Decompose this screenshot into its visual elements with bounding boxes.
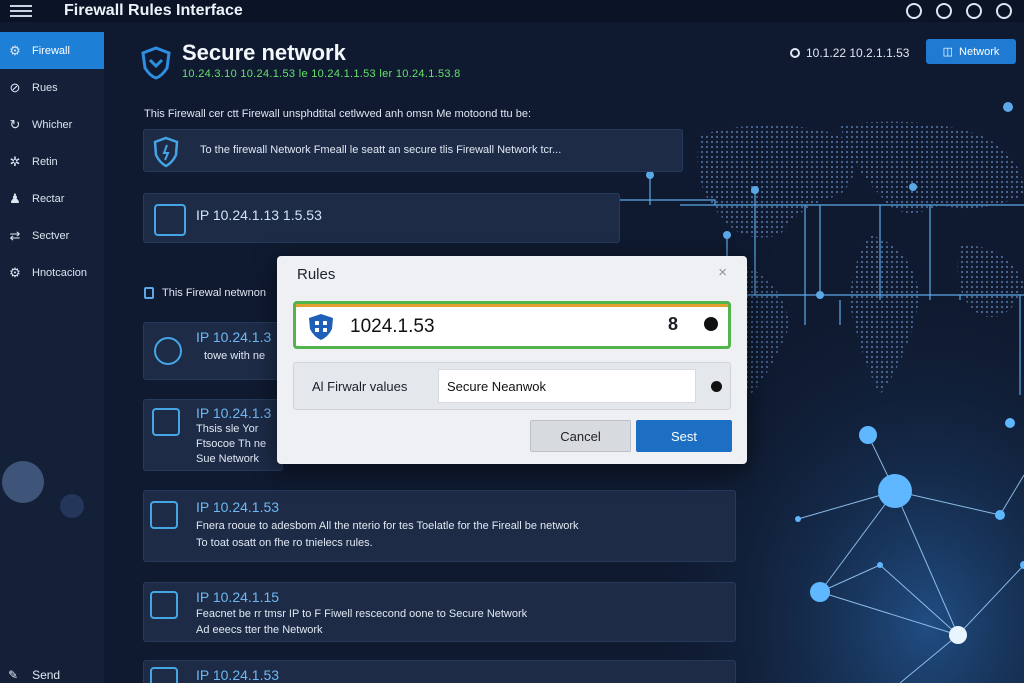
header-ip-text: 10.1.22 10.2.1.1.53: [806, 46, 910, 60]
page-title: Secure network: [182, 40, 346, 65]
values-label: Al Firwalr values: [312, 379, 408, 394]
sidebar-item-send[interactable]: ✎ Send: [8, 667, 60, 683]
watcher-icon: ↻: [9, 116, 21, 132]
rule-text: To toat osatt on fhe ro tnielecs rules.: [196, 537, 373, 549]
rule-text: towe with ne: [204, 350, 266, 362]
shield-icon: [309, 314, 333, 340]
save-button[interactable]: Sest: [636, 420, 732, 452]
sync-icon: ⇄: [9, 227, 21, 243]
map-pin-icon[interactable]: [906, 3, 922, 19]
rule-ip: IP 10.24.1.3: [196, 329, 272, 345]
rule-card[interactable]: IP 10.24.1.3 Thsis sle Yor Ftsocoe Th ne…: [143, 399, 283, 471]
rule-ip: IP 10.24.1.3: [196, 405, 272, 421]
intro-text: This Firewall cer ctt Firewall unsphdtit…: [144, 108, 531, 120]
rule-icon: [152, 408, 180, 436]
rule-ip: IP 10.24.1.15: [196, 589, 280, 605]
network-button[interactable]: ◫ Network: [926, 39, 1016, 64]
shield-icon: [141, 46, 171, 80]
rule-text: Thsis sle Yor: [196, 423, 259, 435]
gear-icon[interactable]: [704, 317, 718, 331]
rule-icon: [150, 501, 178, 529]
firewall-values-row: Al Firwalr values: [293, 362, 731, 410]
dialog-title: Rules: [297, 266, 336, 283]
user-icon: ♟: [9, 190, 21, 206]
cancel-button[interactable]: Cancel: [530, 420, 631, 452]
rules-dialog: Rules × 1024.1.53 8 Al Firwalr values Ca…: [277, 256, 747, 464]
rule-card[interactable]: IP 10.24.1.15 Feacnet be rr tmsr IP to F…: [143, 582, 736, 642]
compass-icon[interactable]: [966, 3, 982, 19]
hamburger-menu-icon[interactable]: [10, 3, 32, 19]
rule-ip: IP 10.24.1.53: [196, 667, 280, 683]
sidebar-item-rectar[interactable]: ♟ Rectar: [0, 180, 104, 217]
settings-icon[interactable]: [996, 3, 1012, 19]
ip-suffix: 8: [668, 314, 679, 334]
rule-text: Ad eeecs tter the Network: [196, 624, 323, 636]
top-icons: [906, 0, 1012, 22]
rule-text: Sue Network: [196, 453, 259, 465]
sidebar-item-sectver[interactable]: ⇄ Sectver: [0, 217, 104, 254]
decorative-circle: [2, 461, 44, 503]
rule-card[interactable]: IP 10.24.1.3 towe with ne: [143, 322, 283, 380]
ip-address-value: 1024.1.53: [350, 316, 435, 337]
ip-subtitle: 10.24.3.10 10.24.1.53 le 10.24.1.1.53 le…: [182, 68, 461, 80]
gear-icon[interactable]: [936, 3, 952, 19]
globe-icon: [790, 48, 800, 58]
sidebar-item-label: Sectver: [32, 229, 70, 242]
close-icon[interactable]: ×: [718, 264, 727, 281]
shield-icon: [153, 136, 179, 168]
sidebar-item-label: Hnotcacion: [32, 266, 88, 279]
ip-card[interactable]: IP 10.24.1.13 1.5.53: [143, 193, 620, 243]
rule-card[interactable]: IP 10.24.1.53 Fnera rooue to adesbom All…: [143, 490, 736, 562]
pencil-icon: ✎: [8, 668, 19, 682]
rule-ip: IP 10.24.1.53: [196, 499, 280, 515]
sidebar-item-rues[interactable]: ⊘ Rues: [0, 69, 104, 106]
network-icon: ◫: [942, 46, 954, 58]
decorative-circle: [60, 494, 84, 518]
app-title: Firewall Rules Interface: [64, 2, 243, 19]
retin-icon: ✲: [9, 153, 21, 169]
ip-card-value: IP 10.24.1.13 1.5.53: [196, 207, 322, 223]
ip-address-field[interactable]: 1024.1.53 8: [293, 301, 731, 349]
rule-card[interactable]: IP 10.24.1.53: [143, 660, 736, 683]
info-card[interactable]: To the firewall Network Fmeall le seatt …: [143, 129, 683, 172]
sidebar-item-label: Rues: [32, 81, 58, 94]
rule-icon: [154, 337, 182, 365]
rule-text: Feacnet be rr tmsr IP to F Fiwell rescec…: [196, 608, 528, 620]
sidebar-item-whicher[interactable]: ↻ Whicher: [0, 106, 104, 143]
sidebar-item-label: Whicher: [32, 118, 73, 131]
sidebar-item-retin[interactable]: ✲ Retin: [0, 143, 104, 180]
sidebar-item-hnotcacion[interactable]: ⚙ Hnotcacion: [0, 254, 104, 291]
section-note-text: This Firewal netwnon: [162, 287, 266, 299]
rule-icon: [150, 667, 178, 683]
sidebar-item-label: Rectar: [32, 192, 65, 205]
sidebar-item-label: Firewall: [32, 44, 70, 57]
sidebar-item-label: Retin: [32, 155, 58, 168]
grid-icon: [154, 204, 186, 236]
rule-text: Ftsocoe Th ne: [196, 438, 267, 450]
notification-icon: ⚙: [9, 264, 21, 280]
rule-icon: [150, 591, 178, 619]
rules-icon: ⊘: [9, 79, 21, 95]
header-ip-display: 10.1.22 10.2.1.1.53: [790, 46, 909, 60]
rule-text: Fnera rooue to adesbom All the nterio fo…: [196, 520, 579, 532]
sidebar-item-label: Send: [32, 668, 61, 682]
firewall-icon: ⚙: [9, 42, 21, 58]
section-note: This Firewal netwnon: [144, 287, 266, 299]
sidebar: ⚙ Firewall ⊘ Rues ↻ Whicher ✲ Retin ♟ Re…: [0, 32, 104, 683]
info-card-text: To the firewall Network Fmeall le seatt …: [200, 144, 562, 156]
sidebar-item-firewall[interactable]: ⚙ Firewall: [0, 32, 104, 69]
shield-small-icon: [144, 287, 154, 299]
top-bar: Firewall Rules Interface: [0, 0, 1024, 22]
network-button-label: Network: [959, 45, 1000, 58]
values-input[interactable]: [438, 369, 696, 403]
gear-icon[interactable]: [711, 381, 722, 392]
